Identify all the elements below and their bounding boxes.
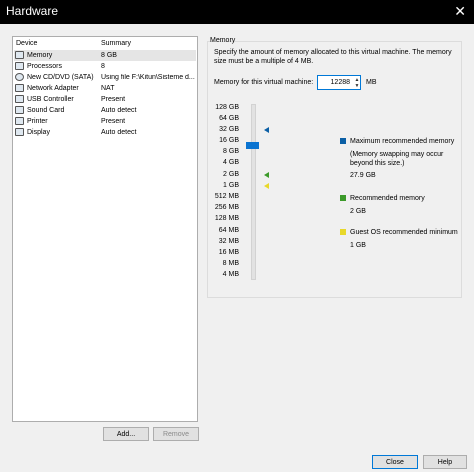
device-row-network-adapter[interactable]: Network Adapter NAT	[14, 83, 196, 94]
device-name: New CD/DVD (SATA)	[27, 74, 94, 81]
device-row-memory[interactable]: Memory 8 GB	[14, 50, 196, 61]
scale-label: 64 MB	[218, 227, 239, 234]
max-recommended-legend-icon	[340, 138, 346, 144]
device-summary: Using file F:\Kitun\Sisteme d...	[101, 74, 195, 81]
window-title: Hardware	[6, 4, 59, 18]
recommended-value: 2 GB	[350, 208, 366, 215]
scale-label: 256 MB	[214, 204, 239, 211]
device-summary: Auto detect	[101, 107, 137, 114]
device-row-usb-controller[interactable]: USB Controller Present	[14, 94, 196, 105]
device-summary: NAT	[101, 85, 115, 92]
recommended-title: Recommended memory	[350, 195, 425, 202]
device-row-processors[interactable]: Processors 8	[14, 61, 196, 72]
memory-icon	[15, 51, 24, 59]
scale-label: 128 GB	[215, 104, 239, 111]
scale-label: 8 GB	[223, 148, 239, 155]
max-recommended-title: Maximum recommended memory	[350, 138, 455, 145]
guest-minimum-marker-icon	[264, 183, 269, 189]
max-recommended-value: 27.9 GB	[350, 172, 376, 179]
device-name: Network Adapter	[27, 85, 79, 92]
max-recommended-marker-icon	[264, 127, 269, 133]
printer-icon	[15, 117, 24, 125]
scale-label: 8 MB	[222, 260, 239, 267]
scale-label: 32 MB	[218, 238, 239, 245]
device-summary: 8 GB	[101, 52, 117, 59]
spin-down-icon[interactable]: ▼	[354, 83, 360, 89]
memory-input-label: Memory for this virtual machine:	[214, 79, 314, 86]
device-name: Memory	[27, 52, 53, 59]
display-icon	[15, 128, 24, 136]
cd-dvd-icon	[15, 73, 24, 81]
scale-label: 4 GB	[223, 159, 239, 166]
close-window-icon[interactable]: ✕	[454, 3, 466, 19]
scale-label: 16 MB	[218, 249, 239, 256]
memory-slider-thumb[interactable]	[246, 142, 259, 149]
device-name: Processors	[27, 63, 63, 70]
device-name: Sound Card	[27, 107, 65, 114]
device-row-cd-dvd[interactable]: New CD/DVD (SATA) Using file F:\Kitun\Si…	[14, 72, 196, 83]
device-row-display[interactable]: Display Auto detect	[14, 127, 196, 138]
device-name: Printer	[27, 118, 48, 125]
device-summary: Present	[101, 96, 126, 103]
device-summary: 8	[101, 63, 105, 70]
column-header-summary[interactable]: Summary	[101, 40, 131, 47]
scale-label: 512 MB	[214, 193, 239, 200]
help-button[interactable]: Help	[423, 455, 467, 469]
scale-label: 1 GB	[223, 182, 239, 189]
device-summary: Auto detect	[101, 129, 137, 136]
usb-controller-icon	[15, 95, 24, 103]
guest-minimum-legend-icon	[340, 229, 346, 235]
memory-slider-track[interactable]	[251, 104, 256, 280]
guest-minimum-title: Guest OS recommended minimum	[350, 229, 458, 236]
scale-label: 16 GB	[219, 137, 239, 144]
recommended-marker-icon	[264, 172, 269, 178]
close-button[interactable]: Close	[372, 455, 418, 469]
title-bar: Hardware ✕	[0, 0, 474, 24]
scale-label: 32 GB	[219, 126, 239, 133]
scale-label: 64 GB	[219, 115, 239, 122]
guest-minimum-value: 1 GB	[350, 242, 366, 249]
max-recommended-note: (Memory swapping may occur beyond this s…	[350, 151, 444, 167]
remove-button[interactable]: Remove	[153, 427, 199, 441]
device-row-printer[interactable]: Printer Present	[14, 116, 196, 127]
memory-unit: MB	[366, 79, 377, 86]
memory-description: Specify the amount of memory allocated t…	[214, 49, 452, 65]
network-adapter-icon	[15, 84, 24, 92]
device-name: USB Controller	[27, 96, 74, 103]
device-row-sound-card[interactable]: Sound Card Auto detect	[14, 105, 196, 116]
scale-label: 2 GB	[223, 171, 239, 178]
device-list-header: Device Summary	[13, 37, 197, 49]
scale-label: 4 MB	[222, 271, 239, 278]
add-button[interactable]: Add...	[103, 427, 149, 441]
device-summary: Present	[101, 118, 126, 125]
processor-icon	[15, 62, 24, 70]
scale-label: 128 MB	[214, 215, 239, 222]
device-list: Device Summary Memory 8 GB Processors 8 …	[12, 36, 198, 422]
recommended-legend-icon	[340, 195, 346, 201]
sound-card-icon	[15, 106, 24, 114]
device-name: Display	[27, 129, 50, 136]
memory-group-label: Memory	[210, 37, 236, 44]
column-header-device[interactable]: Device	[16, 40, 37, 47]
